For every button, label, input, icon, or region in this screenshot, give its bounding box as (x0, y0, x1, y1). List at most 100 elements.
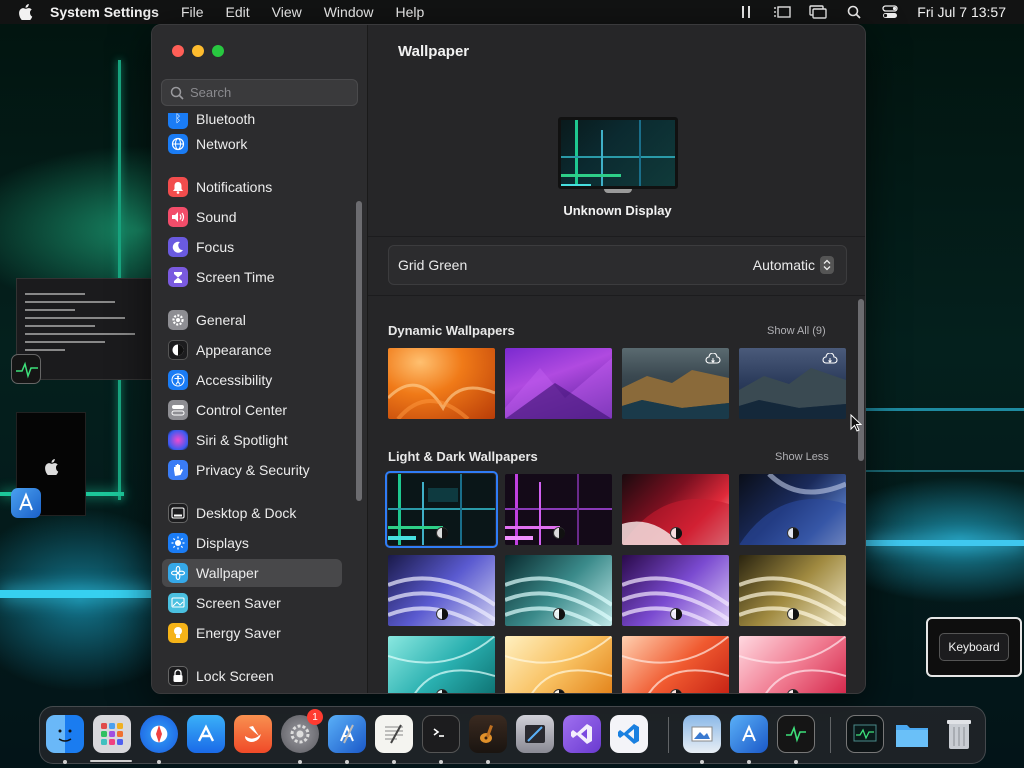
sidebar-item-focus[interactable]: Focus (162, 233, 342, 261)
zoom-button[interactable] (212, 45, 224, 57)
visual-studio-icon[interactable] (563, 715, 601, 753)
sidebar-item-label: Focus (196, 239, 235, 255)
menu-file[interactable]: File (181, 4, 204, 20)
wallpaper-thumb-sonoma-teal[interactable] (505, 555, 612, 626)
safari-icon[interactable] (140, 715, 178, 753)
wallpaper-thumb-monterey-purple[interactable] (505, 348, 612, 419)
activity-monitor-icon[interactable] (777, 715, 815, 753)
sidebar-item-privacy-security[interactable]: Privacy & Security (162, 456, 342, 484)
mouse-cursor-icon (850, 414, 862, 432)
sidebar-scrollbar[interactable] (356, 201, 362, 501)
swift-icon[interactable] (234, 715, 272, 753)
sidebar-item-lock-screen[interactable]: Lock Screen (162, 662, 342, 690)
screen-mirroring-icon[interactable] (809, 4, 827, 20)
display-stand (604, 189, 632, 193)
wallpaper-thumb-grid-green[interactable] (385, 471, 498, 548)
wallpaper-thumb-imac-teal[interactable] (388, 636, 495, 693)
sidebar-item-label: Notifications (196, 179, 273, 195)
sidebar-item-label: Displays (196, 535, 249, 551)
stage-manager-icon[interactable] (773, 4, 791, 20)
running-indicator (747, 760, 751, 764)
search-field[interactable] (161, 79, 358, 106)
sidebar-item-label: Screen Time (196, 269, 275, 285)
downloads-folder-icon[interactable] (893, 715, 931, 753)
close-button[interactable] (172, 45, 184, 57)
activity-monitor-window-icon[interactable] (846, 715, 884, 753)
sidebar-item-label: Energy Saver (196, 625, 281, 641)
sidebar-item-desktop-dock[interactable]: Desktop & Dock (162, 499, 342, 527)
vscode-icon[interactable] (610, 715, 648, 753)
sidebar-item-control-center[interactable]: Control Center (162, 396, 342, 424)
wallpaper-thumb-ventura-red[interactable] (622, 474, 729, 545)
wallpaper-thumb-sonoma-purple[interactable] (388, 555, 495, 626)
show-less-button[interactable]: Show Less (775, 451, 829, 463)
sidebar-item-appearance[interactable]: Appearance (162, 336, 342, 364)
bell-icon (168, 177, 188, 197)
sidebar-item-label: Network (196, 136, 248, 152)
menu-app-name[interactable]: System Settings (50, 4, 159, 20)
textedit-icon[interactable] (375, 715, 413, 753)
control-center-icon[interactable] (881, 4, 899, 20)
finder-icon[interactable] (46, 715, 84, 753)
gallery-scrollbar[interactable] (858, 299, 864, 461)
app-store-icon[interactable] (187, 715, 225, 753)
sidebar-item-siri-spotlight[interactable]: Siri & Spotlight (162, 426, 342, 454)
sidebar-item-accessibility[interactable]: Accessibility (162, 366, 342, 394)
siri-icon (168, 430, 188, 450)
globe-icon (168, 134, 188, 154)
running-indicator (392, 760, 396, 764)
sidebar-item-screen-time[interactable]: Screen Time (162, 263, 342, 291)
menu-view[interactable]: View (272, 4, 302, 20)
instruments-icon[interactable] (516, 715, 554, 753)
current-wallpaper-name: Grid Green (398, 257, 468, 273)
running-indicator (439, 760, 443, 764)
accessibility-icon (168, 370, 188, 390)
lock-icon (168, 666, 188, 686)
desktop-stripe (866, 408, 1024, 411)
terminal-icon[interactable] (422, 715, 460, 753)
xcode-icon[interactable] (328, 715, 366, 753)
menu-bar-clock[interactable]: Fri Jul 7 13:57 (917, 4, 1006, 20)
wallpaper-thumb-sonoma-gold[interactable] (739, 555, 846, 626)
sidebar-item-wallpaper[interactable]: Wallpaper (162, 559, 342, 587)
show-all-dynamic-button[interactable]: Show All (9) (767, 325, 826, 337)
running-indicator (345, 760, 349, 764)
sidebar-item-general[interactable]: General (162, 306, 342, 334)
apple-menu-icon[interactable] (16, 3, 36, 21)
display-thumbnail[interactable] (558, 117, 678, 189)
minimize-button[interactable] (192, 45, 204, 57)
sidebar-item-sound[interactable]: Sound (162, 203, 342, 231)
spotlight-search-icon[interactable] (845, 4, 863, 20)
wallpaper-thumb-imac-orange[interactable] (505, 636, 612, 693)
appearance-mode-select[interactable]: Automatic (753, 256, 834, 274)
system-settings-icon[interactable]: 1 (281, 709, 323, 753)
activity-monitor-icon[interactable] (11, 354, 41, 384)
sidebar-item-label: Screen Saver (196, 595, 281, 611)
xcode-icon[interactable] (11, 488, 41, 518)
dynamic-badge-icon (787, 689, 799, 693)
sidebar-item-screen-saver[interactable]: Screen Saver (162, 589, 342, 617)
menu-help[interactable]: Help (396, 4, 425, 20)
simulator-icon[interactable] (730, 715, 768, 753)
wallpaper-thumb-catalina-coast[interactable] (622, 348, 729, 419)
divider-icon[interactable] (737, 4, 755, 20)
wallpaper-thumb-sonoma-violet[interactable] (622, 555, 729, 626)
wallpaper-thumb-imac-pink[interactable] (739, 636, 846, 693)
wallpaper-thumb-ventura-orange[interactable] (388, 348, 495, 419)
launchpad-icon[interactable] (93, 715, 131, 753)
wallpaper-thumb-grid-purple[interactable] (505, 474, 612, 545)
preview-icon[interactable] (683, 715, 721, 753)
sidebar-item-notifications[interactable]: Notifications (162, 173, 342, 201)
wallpaper-thumb-imac-red[interactable] (622, 636, 729, 693)
wallpaper-thumb-catalina-evening[interactable] (739, 348, 846, 419)
sidebar-item-energy-saver[interactable]: Energy Saver (162, 619, 342, 647)
keyboard-button[interactable]: Keyboard (939, 633, 1009, 661)
trash-icon[interactable] (940, 715, 978, 753)
sidebar-item-displays[interactable]: Displays (162, 529, 342, 557)
garageband-icon[interactable] (469, 715, 507, 753)
wallpaper-thumb-ventura-blue[interactable] (739, 474, 846, 545)
search-input[interactable] (190, 85, 340, 100)
menu-edit[interactable]: Edit (226, 4, 250, 20)
sidebar-item-network[interactable]: Network (162, 130, 342, 158)
menu-window[interactable]: Window (324, 4, 374, 20)
